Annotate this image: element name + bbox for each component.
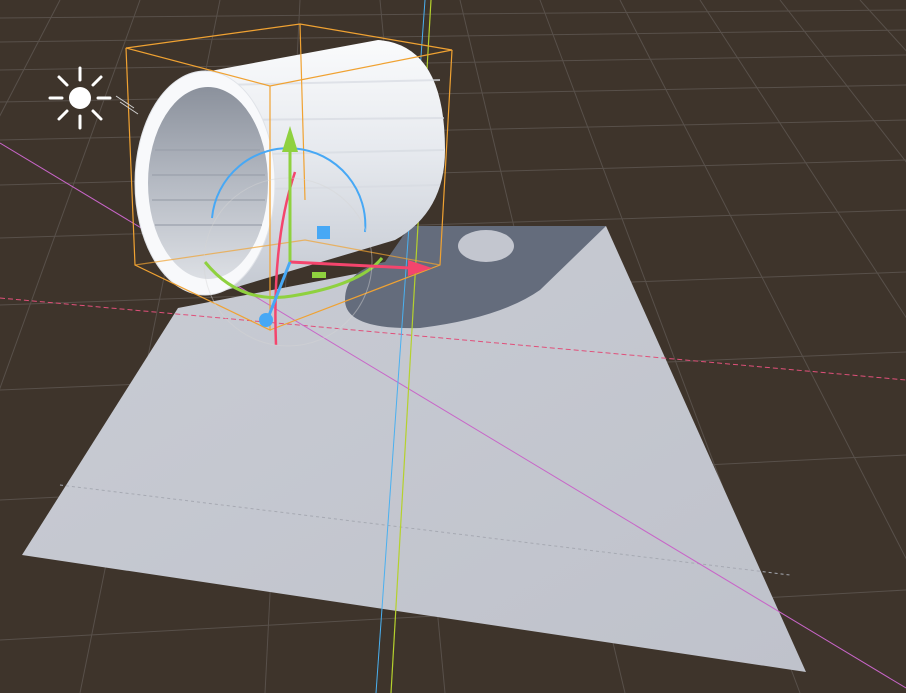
- scene-viewport[interactable]: [0, 0, 906, 693]
- tube-opening: [148, 87, 268, 279]
- scene-canvas[interactable]: [0, 0, 906, 693]
- gizmo-plane-handle-xz[interactable]: [312, 272, 326, 278]
- gizmo-plane-handle-xy[interactable]: [317, 226, 330, 239]
- tube-shadow-hole: [458, 230, 514, 262]
- gizmo-axis-z-head[interactable]: [259, 313, 273, 327]
